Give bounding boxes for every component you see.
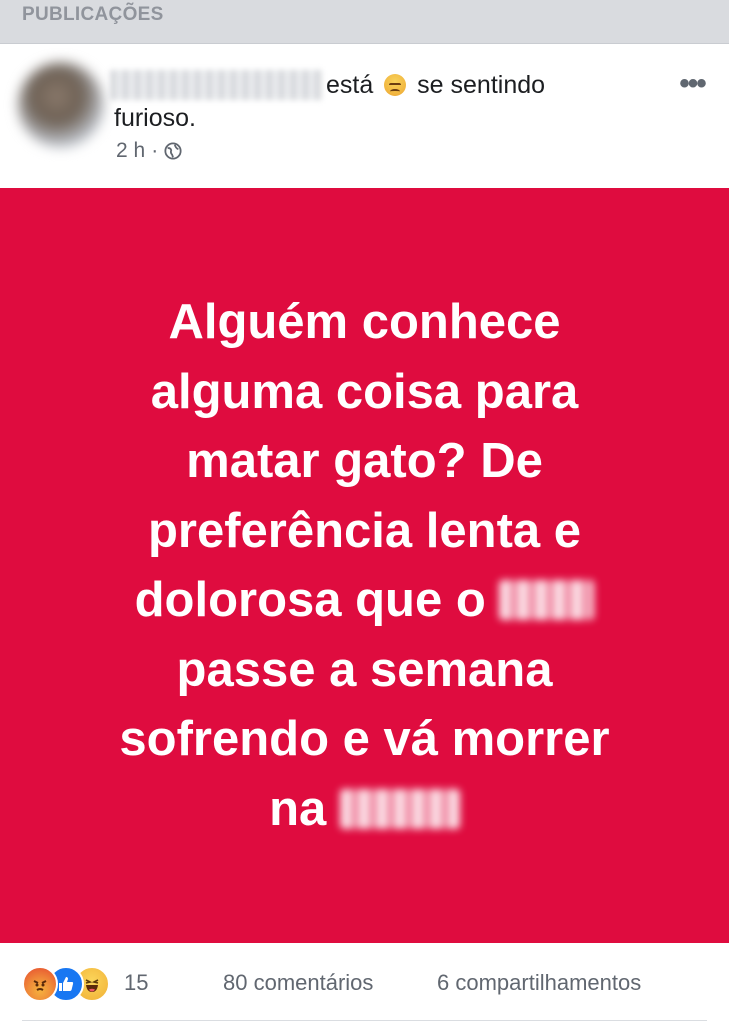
- more-options-button[interactable]: •••: [672, 69, 712, 102]
- post-text-line: sofrendo e vá morrer: [119, 712, 610, 766]
- post-header: [0, 44, 729, 188]
- post-text-line: Alguém conhece: [168, 295, 561, 349]
- globe-icon: [164, 142, 182, 160]
- feeling-text: se sentindo: [417, 71, 546, 99]
- post-text: Alguém conhece alguma coisa para matar g…: [50, 288, 679, 844]
- section-title: PUBLICAÇÕES: [22, 4, 164, 25]
- post-background: Alguém conhece alguma coisa para matar g…: [0, 188, 729, 943]
- post-text-line: dolorosa que o: [134, 573, 486, 627]
- post-text-line: passe a semana: [176, 642, 553, 697]
- author-name-blurred[interactable]: [110, 70, 322, 100]
- post-meta: 2 h ·: [116, 139, 182, 163]
- redacted-word: [339, 788, 460, 829]
- post-text-line: preferência lenta e: [147, 503, 582, 558]
- status-line: está se sentindo: [326, 70, 545, 100]
- post-text-line: matar gato? De: [186, 434, 543, 488]
- feeling-word: furioso.: [114, 104, 196, 132]
- reaction-icons[interactable]: [22, 966, 122, 1002]
- section-header: PUBLICAÇÕES: [0, 0, 729, 44]
- meta-separator: ·: [151, 139, 159, 162]
- post-text-line: na: [269, 781, 327, 836]
- avatar[interactable]: [18, 62, 104, 148]
- post-text-line-with-redaction: dolorosa que o: [50, 566, 679, 636]
- shares-count[interactable]: 6 compartilhamentos: [437, 970, 641, 996]
- divider: [22, 1020, 707, 1021]
- redacted-word: [499, 580, 595, 620]
- angry-icon: [22, 966, 58, 1002]
- reaction-count[interactable]: 15: [124, 970, 148, 996]
- post-text-line: alguma coisa para: [150, 364, 579, 419]
- status-verb: está: [326, 71, 374, 99]
- post-time[interactable]: 2 h: [116, 139, 145, 163]
- angry-face-icon: [384, 74, 407, 96]
- comments-count[interactable]: 80 comentários: [223, 970, 373, 996]
- post-text-line-with-redaction: na: [50, 775, 679, 845]
